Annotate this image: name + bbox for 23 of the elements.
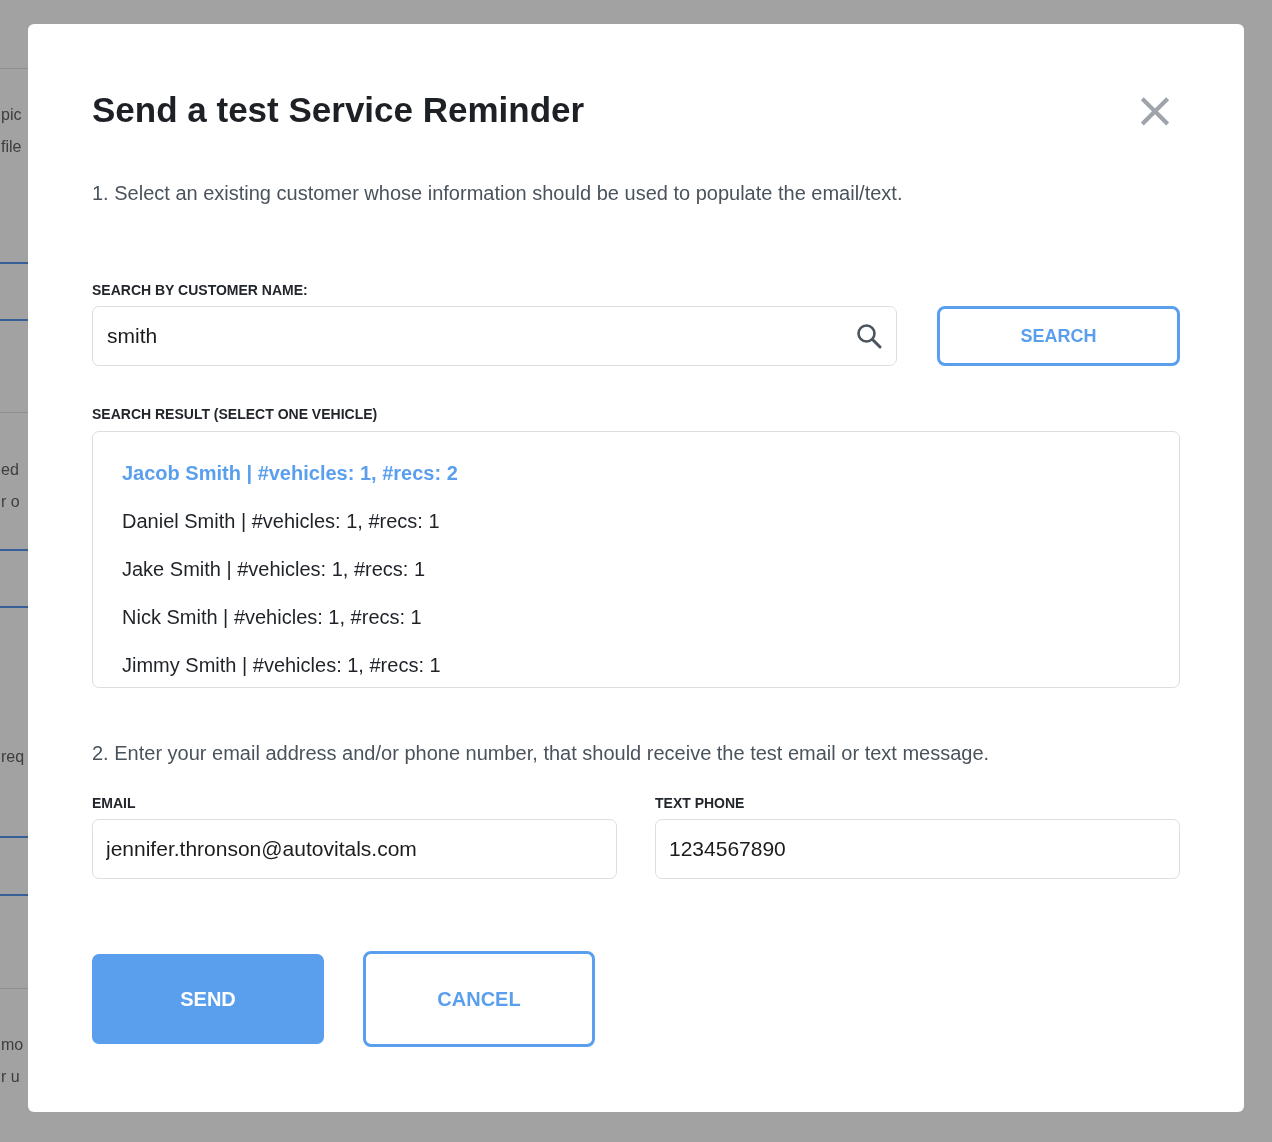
result-item[interactable]: Nick Smith | #vehicles: 1, #recs: 1 [122, 604, 1150, 630]
field-label: SEARCH RESULT (SELECT ONE VEHICLE) [92, 406, 379, 422]
search-field[interactable]: smith [92, 306, 898, 366]
search-input[interactable]: smith [107, 324, 857, 348]
background-text: ed [0, 460, 19, 480]
background-text: r o [0, 492, 20, 512]
result-item[interactable]: Jimmy Smith | #vehicles: 1, #recs: 1 [122, 652, 1150, 678]
background-text: r u [0, 1067, 20, 1087]
instruction-text: 1. Select an existing customer whose information should be used to populate the email/text. [92, 182, 904, 205]
result-item[interactable]: Jake Smith | #vehicles: 1, #recs: 1 [122, 556, 1150, 582]
email-field[interactable]: jennifer.thronson@autovitals.com [92, 819, 617, 879]
background-text: mo [0, 1035, 24, 1055]
field-label: EMAIL [92, 795, 137, 811]
field-label: TEXT PHONE [655, 795, 746, 811]
background-text: req [0, 747, 25, 767]
instruction-text: 2. Enter your email address and/or phone number, that should receive the test email or text message. [92, 742, 991, 765]
result-item[interactable]: Daniel Smith | #vehicles: 1, #recs: 1 [122, 508, 1150, 534]
field-label: SEARCH BY CUSTOMER NAME: [92, 282, 309, 298]
background-text: pic [0, 105, 22, 125]
background-text: file [0, 137, 22, 157]
search-icon [856, 323, 883, 349]
phone-field[interactable]: 1234567890 [655, 819, 1180, 879]
dialog-title: Send a test Service Reminder [92, 90, 585, 130]
